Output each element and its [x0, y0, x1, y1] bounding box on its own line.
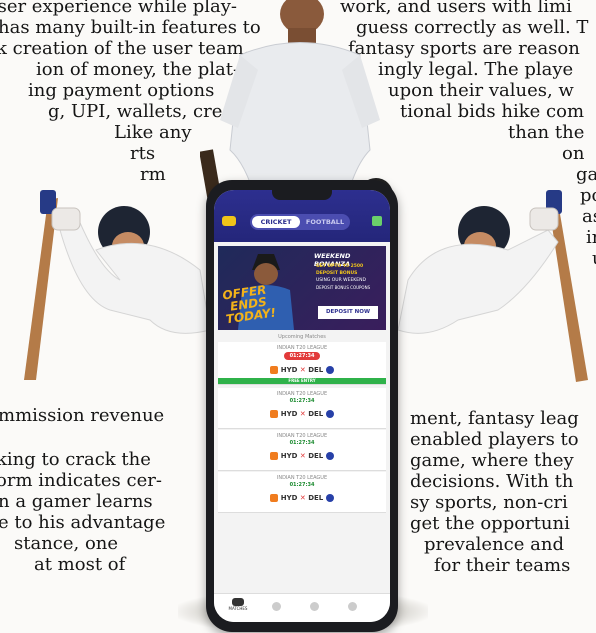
- nav-more-icon[interactable]: [348, 602, 357, 611]
- text-line: king to crack the: [0, 449, 151, 470]
- free-entry-label: FREE ENTRY: [288, 378, 316, 383]
- banner-sub: DEPOSIT BONUS: [316, 271, 358, 276]
- text-line: orm indicates cer-: [0, 470, 162, 491]
- team-1-badge-icon: [270, 410, 279, 418]
- team-2-badge-icon: [325, 494, 334, 502]
- article-left-lower: mmission revenue king to crack the orm i…: [0, 405, 200, 633]
- wallet-icon[interactable]: [372, 216, 382, 226]
- countdown-badge: 01:27:34: [284, 352, 320, 360]
- banner-sub: DEPOSIT BONUS COUPONS: [316, 285, 371, 290]
- match-card[interactable]: INDIAN T20 LEAGUE 01:27:34 HYD ✕ DEL: [218, 430, 386, 471]
- team-2: DEL: [308, 452, 324, 460]
- team-1: HYD: [280, 366, 298, 374]
- text-line: ga: [576, 164, 596, 185]
- offer-text: OFFER ENDS TODAY!: [222, 283, 277, 327]
- team-1-badge-icon: [270, 366, 279, 374]
- match-time: 01:27:34: [289, 353, 315, 359]
- free-entry-strip: FREE ENTRY: [218, 378, 386, 384]
- text-line: than the: [508, 122, 585, 143]
- section-title: Upcoming Matches: [278, 334, 326, 340]
- match-time: 01:27:34: [289, 398, 315, 404]
- teams: HYD ✕ DEL: [218, 452, 386, 460]
- deposit-now-button[interactable]: DEPOSIT NOW: [318, 306, 378, 319]
- tab-cricket[interactable]: CRICKET: [252, 216, 300, 228]
- article-right-lower: ment, fantasy leag enabled players to ga…: [400, 408, 596, 633]
- teams: HYD ✕ DEL: [218, 494, 386, 502]
- text-line: get the opportuni: [410, 513, 570, 534]
- phone-mockup: CRICKET FOOTBALL OFFER ENDS TODAY! WEEKE…: [206, 180, 398, 632]
- bottom-nav: MATCHES: [214, 593, 390, 622]
- vs-icon: ✕: [299, 410, 306, 418]
- team-1: HYD: [280, 494, 298, 502]
- league-name: INDIAN T20 LEAGUE: [276, 433, 328, 439]
- text-line: enabled players to: [410, 429, 579, 450]
- text-line: on: [562, 143, 585, 164]
- match-card[interactable]: INDIAN T20 LEAGUE 01:27:34 HYD ✕ DEL: [218, 472, 386, 513]
- text-line: at most of: [34, 554, 126, 575]
- team-2: DEL: [308, 366, 324, 374]
- team-2-badge-icon: [325, 366, 334, 374]
- text-line: n a gamer learns: [0, 491, 153, 512]
- nav-contests-icon[interactable]: [272, 602, 281, 611]
- teams: HYD ✕ DEL: [218, 410, 386, 418]
- text-line: mmission revenue: [0, 405, 165, 426]
- banner-sub: GET UPTO ₹5 2500: [316, 264, 364, 269]
- team-1: HYD: [280, 452, 298, 460]
- match-card[interactable]: INDIAN T20 LEAGUE 01:27:34 HYD ✕ DEL: [218, 388, 386, 429]
- vs-icon: ✕: [299, 494, 306, 502]
- app-logo-icon: [222, 216, 236, 226]
- vs-icon: ✕: [299, 366, 306, 374]
- team-1-badge-icon: [270, 452, 279, 460]
- nav-matches[interactable]: MATCHES: [224, 598, 252, 611]
- batsman-left-figure: [24, 190, 211, 380]
- text-line: upon their values, w: [388, 80, 574, 101]
- nav-profile-icon[interactable]: [310, 602, 319, 611]
- match-time: 01:27:34: [289, 482, 315, 488]
- text-line: ment, fantasy leag: [410, 408, 579, 429]
- tab-football[interactable]: FOOTBALL: [302, 216, 348, 228]
- text-line: Like any: [114, 122, 192, 143]
- vs-icon: ✕: [299, 452, 306, 460]
- league-name: INDIAN T20 LEAGUE: [276, 391, 328, 397]
- text-line: stance, one: [14, 533, 119, 554]
- text-line: game, where they: [410, 450, 574, 471]
- team-2-badge-icon: [325, 410, 334, 418]
- nav-matches-label: MATCHES: [228, 606, 248, 611]
- team-2: DEL: [308, 410, 324, 418]
- gamepad-icon: [232, 598, 244, 606]
- match-time: 01:27:34: [289, 440, 315, 446]
- text-line: prevalence and: [424, 534, 564, 555]
- text-line: tional bids hike com: [400, 101, 585, 122]
- text-line: for their teams: [434, 555, 571, 576]
- batsman-right-figure: [398, 190, 588, 382]
- promo-banner[interactable]: OFFER ENDS TODAY! WEEKEND BONANZA GET UP…: [218, 246, 386, 330]
- sport-tabs: CRICKET FOOTBALL: [250, 214, 350, 230]
- teams: HYD ✕ DEL: [218, 366, 386, 374]
- text-line: decisions. With th: [410, 471, 574, 492]
- team-1: HYD: [280, 410, 298, 418]
- text-line: e to his advantage: [0, 512, 166, 533]
- team-1-badge-icon: [270, 494, 279, 502]
- text-line: rts: [130, 143, 156, 164]
- match-card[interactable]: INDIAN T20 LEAGUE 01:27:34 HYD ✕ DEL FRE…: [218, 342, 386, 385]
- app-screen: CRICKET FOOTBALL OFFER ENDS TODAY! WEEKE…: [214, 190, 390, 622]
- banner-sub: USING OUR WEEKEND: [316, 278, 366, 283]
- text-line: rm: [140, 164, 166, 185]
- league-name: INDIAN T20 LEAGUE: [276, 345, 328, 351]
- text-line: ing payment options: [28, 80, 215, 101]
- text-line: sy sports, non-cri: [410, 492, 568, 513]
- team-2-badge-icon: [325, 452, 334, 460]
- team-2: DEL: [308, 494, 324, 502]
- text-line: ingly legal. The playe: [378, 59, 574, 80]
- league-name: INDIAN T20 LEAGUE: [276, 475, 328, 481]
- phone-notch: [272, 190, 332, 200]
